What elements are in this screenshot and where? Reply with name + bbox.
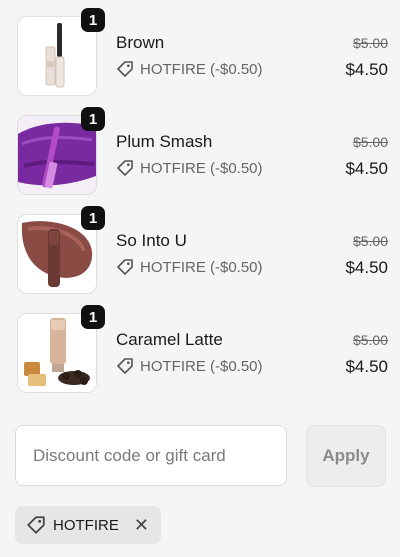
discount-code-field[interactable] xyxy=(15,425,287,486)
discount-code-input[interactable] xyxy=(31,444,271,467)
discounted-price: $4.50 xyxy=(345,357,388,376)
item-name: So Into U xyxy=(116,231,187,250)
item-discount: HOTFIRE (-$0.50) xyxy=(116,357,263,375)
item-discount: HOTFIRE (-$0.50) xyxy=(116,258,263,276)
tag-icon xyxy=(117,160,133,176)
cart-item: 1 So Into U HOTFIRE (-$0.50) $5.00 $4.50 xyxy=(0,206,400,296)
discounted-price: $4.50 xyxy=(345,60,388,79)
discounted-price: $4.50 xyxy=(345,258,388,277)
product-thumbnail: 1 xyxy=(17,206,105,294)
item-name: Caramel Latte xyxy=(116,330,223,349)
applied-discount-chip: HOTFIRE ✕ xyxy=(15,506,161,544)
discount-label: HOTFIRE (-$0.50) xyxy=(140,258,263,276)
product-thumbnail: 1 xyxy=(17,305,105,393)
applied-code-label: HOTFIRE xyxy=(53,516,119,534)
cart-item: 1 Caramel Latte HOTFIRE (-$0.50) $5.00 $… xyxy=(0,305,400,395)
original-price: $5.00 xyxy=(352,233,388,249)
tag-icon xyxy=(117,61,133,77)
discount-label: HOTFIRE (-$0.50) xyxy=(140,159,263,177)
cart-item: 1 Brown HOTFIRE (-$0.50) $5.00 $4.50 xyxy=(0,8,400,98)
quantity-badge: 1 xyxy=(81,305,105,329)
original-price: $5.00 xyxy=(352,134,388,150)
tag-icon xyxy=(117,259,133,275)
original-price: $5.00 xyxy=(352,35,388,51)
item-name: Plum Smash xyxy=(116,132,213,151)
quantity-badge: 1 xyxy=(81,8,105,32)
item-discount: HOTFIRE (-$0.50) xyxy=(116,60,263,78)
discounted-price: $4.50 xyxy=(345,159,388,178)
item-name: Brown xyxy=(116,33,165,52)
tag-icon xyxy=(27,516,45,534)
discount-label: HOTFIRE (-$0.50) xyxy=(140,357,263,375)
original-price: $5.00 xyxy=(352,332,388,348)
cart-item: 1 Plum Smash HOTFIRE (-$0.50) $5.00 $4.5… xyxy=(0,107,400,197)
apply-button[interactable]: Apply xyxy=(306,425,386,487)
tag-icon xyxy=(117,358,133,374)
product-thumbnail: 1 xyxy=(17,107,105,195)
close-icon[interactable]: ✕ xyxy=(134,516,149,534)
item-discount: HOTFIRE (-$0.50) xyxy=(116,159,263,177)
discount-label: HOTFIRE (-$0.50) xyxy=(140,60,263,78)
quantity-badge: 1 xyxy=(81,206,105,230)
product-thumbnail: 1 xyxy=(17,8,105,96)
quantity-badge: 1 xyxy=(81,107,105,131)
